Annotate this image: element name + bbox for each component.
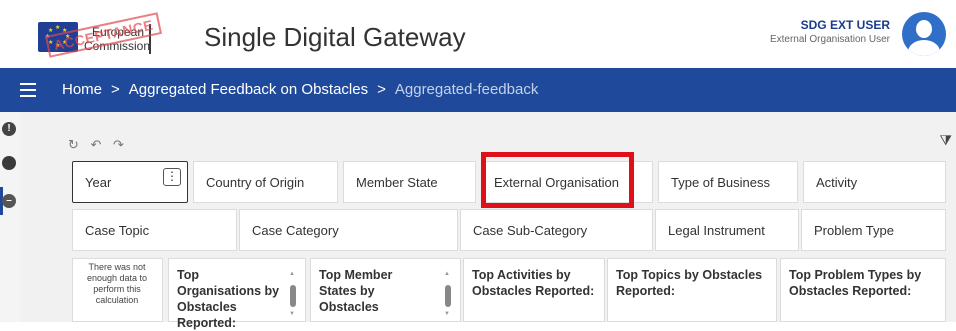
filter-label: Case Sub-Category — [473, 222, 588, 238]
filter-label: Country of Origin — [206, 174, 305, 190]
filter-problem-type[interactable]: Problem Type — [801, 209, 946, 251]
panel-title: Top Member States by Obstacles — [319, 268, 393, 314]
filter-label: Year — [85, 174, 112, 190]
filter-label: Member State — [356, 174, 438, 190]
breadcrumb-current: Aggregated-feedback — [394, 81, 539, 98]
minus-circle-icon[interactable]: – — [2, 194, 16, 208]
breadcrumb-aggregated-feedback[interactable]: Aggregated Feedback on Obstacles — [129, 81, 368, 98]
user-info: SDG EXT USER External Organisation User — [770, 18, 890, 45]
filter-label: Case Topic — [85, 222, 150, 238]
scroll-down-icon[interactable]: ▼ — [289, 311, 295, 317]
highlight-box — [481, 152, 634, 208]
filter-case-sub-category[interactable]: Case Sub-Category — [460, 209, 653, 251]
panel-title: Top Problem Types by Obstacles Reported: — [789, 268, 922, 298]
breadcrumb-home[interactable]: Home — [62, 81, 102, 98]
top-organisations-panel: Top Organisations by Obstacles Reported:… — [168, 258, 306, 330]
breadcrumb: Home > Aggregated Feedback on Obstacles > Ag… — [62, 81, 538, 98]
left-rail: ! – — [0, 112, 20, 322]
scroll-up-icon[interactable]: ▲ — [444, 271, 450, 277]
filter-label: Case Category — [252, 222, 339, 238]
filter-label: Activity — [816, 174, 858, 190]
filter-case-topic[interactable]: Case Topic — [72, 209, 237, 251]
breadcrumb-separator: > — [111, 81, 120, 98]
navigation-bar: Home > Aggregated Feedback on Obstacles > Ag… — [0, 68, 956, 112]
app-header: ★ ★ ★ ★ ★ ★ ★ ★ European Commission ACCE… — [0, 0, 956, 68]
panel-scrollbar[interactable]: ▲ ▼ — [289, 271, 297, 329]
filter-legal-instrument[interactable]: Legal Instrument — [655, 209, 799, 251]
panel-title: Top Topics by Obstacles Reported: — [616, 268, 763, 298]
top-topics-panel: Top Topics by Obstacles Reported: — [607, 258, 777, 322]
filter-member-state[interactable]: Member State — [343, 161, 476, 203]
filter-label: Type of Business — [671, 174, 770, 190]
info-alert-icon[interactable]: ! — [2, 122, 16, 136]
scroll-thumb[interactable] — [445, 285, 451, 307]
user-role: External Organisation User — [769, 34, 890, 45]
european-commission-logo[interactable]: ★ ★ ★ ★ ★ ★ ★ ★ European Commission ACCE… — [32, 10, 192, 58]
user-avatar-icon[interactable] — [902, 12, 946, 56]
panel-title: Top Organisations by Obstacles Reported: — [177, 268, 280, 330]
top-activities-panel: Top Activities by Obstacles Reported: — [463, 258, 605, 322]
breadcrumb-separator: > — [377, 81, 386, 98]
pie-chart-icon[interactable] — [2, 156, 16, 170]
user-name: SDG EXT USER — [800, 18, 890, 32]
filter-activity[interactable]: Activity — [803, 161, 946, 203]
top-problem-types-panel: Top Problem Types by Obstacles Reported: — [780, 258, 946, 322]
filter-icon[interactable]: ⧩ — [940, 132, 953, 149]
hamburger-menu-icon[interactable] — [20, 83, 36, 97]
filter-label: Legal Instrument — [668, 222, 765, 238]
filter-label: Problem Type — [814, 222, 894, 238]
panel-title: Top Activities by Obstacles Reported: — [472, 268, 595, 298]
filter-year[interactable]: Year ⋮ — [72, 161, 188, 203]
filter-type-of-business[interactable]: Type of Business — [658, 161, 798, 203]
filter-country-of-origin[interactable]: Country of Origin — [193, 161, 338, 203]
panel-scrollbar[interactable]: ▲ ▼ — [444, 271, 452, 329]
more-options-icon[interactable]: ⋮ — [163, 168, 181, 186]
insufficient-data-panel: There was not enough data to perform thi… — [72, 258, 163, 322]
scroll-thumb[interactable] — [290, 285, 296, 307]
app-title: Single Digital Gateway — [204, 22, 466, 52]
filter-case-category[interactable]: Case Category — [239, 209, 458, 251]
insufficient-data-message: There was not enough data to perform thi… — [86, 262, 148, 305]
scroll-down-icon[interactable]: ▼ — [444, 311, 450, 317]
top-member-states-panel: Top Member States by Obstacles ▲ ▼ — [310, 258, 461, 322]
scroll-up-icon[interactable]: ▲ — [289, 271, 295, 277]
toolbar-icons[interactable]: ↻ ↶ ↷ — [68, 137, 128, 153]
